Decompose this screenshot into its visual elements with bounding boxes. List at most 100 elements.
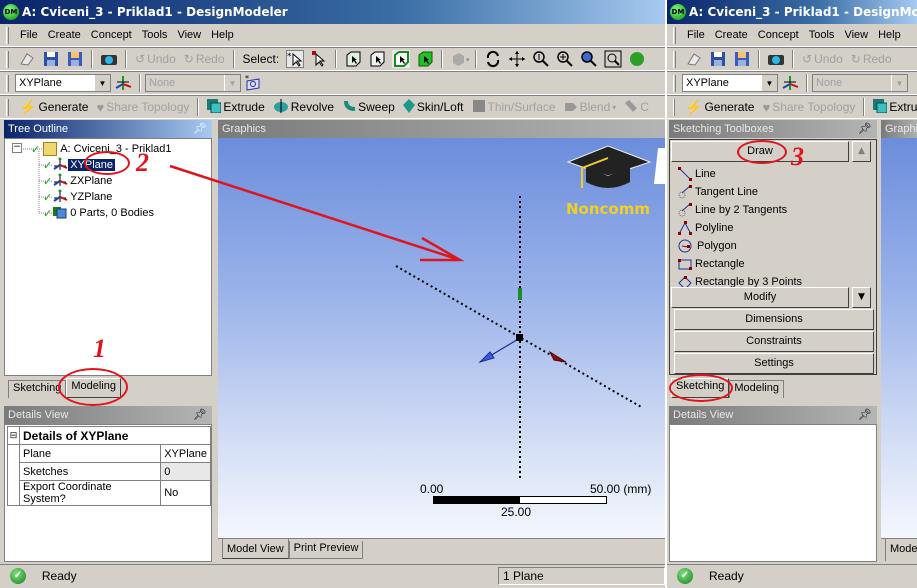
extrude-button[interactable]: Extrud — [869, 98, 917, 116]
select-faces-icon[interactable] — [392, 50, 411, 68]
menu-file[interactable]: File — [682, 29, 710, 41]
rotate-icon[interactable] — [484, 50, 502, 68]
tree-item-parts-bodies[interactable]: ✓ 0 Parts, 0 Bodies — [43, 205, 156, 221]
undo-button[interactable]: ↺ Undo — [798, 52, 847, 66]
menu-view[interactable]: View — [172, 29, 206, 41]
sketch-selector-dropdown[interactable]: None ▼ — [145, 74, 241, 92]
pin-icon[interactable]: 📌︎ — [858, 120, 872, 138]
toolbar-grip[interactable] — [673, 26, 676, 44]
menu-tools[interactable]: Tools — [804, 29, 840, 41]
pin-icon[interactable]: 📌︎ — [193, 120, 207, 138]
settings-toolbox-button[interactable]: Settings — [674, 353, 874, 374]
pan-icon[interactable] — [508, 50, 526, 68]
graphics-panel: Graphic — [881, 120, 917, 138]
menu-file[interactable]: File — [15, 29, 43, 41]
designmodeler-window-sketching: DM A: Cviceni_3 - Priklad1 - DesignModel… — [665, 0, 917, 588]
blend-button[interactable]: Blend ▾ — [560, 100, 621, 115]
revolve-button[interactable]: Revolve — [269, 98, 338, 116]
previous-view-icon[interactable] — [628, 50, 646, 68]
draw-tool-tangent-line[interactable]: Tangent Line — [678, 183, 758, 201]
menu-help[interactable]: Help — [206, 29, 239, 41]
menu-concept[interactable]: Concept — [86, 29, 137, 41]
skin-loft-button[interactable]: Skin/Loft — [399, 98, 468, 116]
selection-mode-cursor-icon[interactable] — [310, 50, 328, 68]
pin-icon[interactable]: 📌︎ — [193, 406, 207, 424]
zoom-window-icon[interactable] — [604, 50, 622, 68]
toolbar-grip[interactable] — [6, 74, 9, 92]
new-selection-cursor-icon[interactable]: * — [286, 50, 305, 68]
undo-button[interactable]: ↺ Undo — [131, 52, 180, 66]
save-as-icon[interactable] — [733, 50, 751, 68]
tab-model-view[interactable]: Model View — [222, 539, 289, 559]
zoom-icon[interactable] — [532, 50, 550, 68]
save-as-icon[interactable] — [66, 50, 84, 68]
annotation-step-2: 2 — [136, 148, 149, 177]
redo-button[interactable]: ↻ Redo — [847, 52, 896, 66]
draw-tool-line-by-2-tangents[interactable]: Line by 2 Tangents — [678, 201, 787, 219]
plane-selector-dropdown[interactable]: XYPlane ▼ — [15, 74, 111, 92]
draw-tool-polyline[interactable]: Polyline — [678, 219, 734, 237]
draw-tool-line[interactable]: Line — [678, 165, 716, 183]
extend-selection-icon[interactable]: ▾ — [450, 50, 470, 68]
draw-tool-polygon[interactable]: Polygon — [678, 237, 737, 255]
screenshot-camera-icon[interactable] — [100, 50, 118, 68]
details-row[interactable]: Export Coordinate System? No — [7, 480, 211, 506]
pin-icon[interactable]: 📌︎ — [858, 406, 872, 424]
toolbar-grip[interactable] — [673, 50, 676, 68]
tab-model-view[interactable]: Model — [885, 539, 917, 561]
graphics-viewport[interactable] — [881, 138, 917, 538]
dimensions-toolbox-button[interactable]: Dimensions — [674, 309, 874, 330]
new-icon[interactable] — [685, 50, 703, 68]
scroll-up-button[interactable]: ▲ — [852, 141, 871, 162]
details-row[interactable]: Plane XYPlane — [7, 444, 211, 463]
select-points-icon[interactable] — [344, 50, 362, 68]
details-table: ⊟ Details of XYPlane Plane XYPlane Sketc… — [7, 426, 211, 506]
select-edges-icon[interactable] — [368, 50, 386, 68]
new-plane-icon[interactable] — [781, 74, 799, 92]
toolbar-grip[interactable] — [673, 98, 675, 116]
toolbar-grip[interactable] — [6, 98, 9, 116]
draw-tool-rectangle-by-3-points[interactable]: Rectangle by 3 Points — [678, 273, 802, 287]
redo-button[interactable]: ↻ Redo — [180, 52, 229, 66]
chamfer-button[interactable]: C — [620, 99, 653, 115]
thin-surface-button[interactable]: Thin/Surface — [468, 99, 560, 116]
generate-button[interactable]: ⚡ Generate — [681, 99, 758, 116]
sketch-selector-dropdown[interactable]: None ▼ — [812, 74, 908, 92]
menu-create[interactable]: Create — [710, 29, 753, 41]
sweep-button[interactable]: Sweep — [338, 99, 399, 116]
box-zoom-icon[interactable] — [556, 50, 574, 68]
zoom-fit-icon[interactable] — [580, 50, 598, 68]
new-plane-icon[interactable] — [114, 74, 132, 92]
revolve-icon — [273, 98, 289, 116]
new-sketch-icon[interactable]: * — [244, 74, 262, 92]
menu-view[interactable]: View — [839, 29, 873, 41]
plane-selector-dropdown[interactable]: XYPlane ▼ — [682, 74, 778, 92]
draw-tool-rectangle[interactable]: Rectangle — [678, 255, 745, 273]
menu-tools[interactable]: Tools — [137, 29, 173, 41]
toolbar-grip[interactable] — [673, 74, 676, 92]
new-icon[interactable] — [18, 50, 36, 68]
chevron-down-icon: ▼ — [224, 75, 240, 91]
select-bodies-icon[interactable] — [416, 50, 434, 68]
undo-icon: ↺ — [135, 52, 146, 66]
save-icon[interactable] — [42, 50, 60, 68]
tab-print-preview[interactable]: Print Preview — [288, 541, 364, 559]
details-row[interactable]: Sketches 0 — [7, 462, 211, 481]
menu-create[interactable]: Create — [43, 29, 86, 41]
generate-button[interactable]: ⚡ Generate — [15, 99, 92, 116]
toolbar-grip[interactable] — [6, 26, 9, 44]
menu-help[interactable]: Help — [873, 29, 906, 41]
share-topology-button[interactable]: ♥ Share Topology — [758, 100, 859, 115]
toolbar-grip[interactable] — [6, 50, 9, 68]
tab-modeling[interactable]: Modeling — [729, 380, 784, 398]
share-topology-button[interactable]: ♥ Share Topology — [92, 100, 193, 115]
extrude-button[interactable]: Extrude — [203, 98, 268, 116]
collapse-toggle-icon[interactable]: ⊟ — [7, 426, 20, 445]
collapse-toggle-icon[interactable]: − — [12, 143, 22, 153]
constraints-toolbox-button[interactable]: Constraints — [674, 331, 874, 352]
screenshot-camera-icon[interactable] — [767, 50, 785, 68]
menu-concept[interactable]: Concept — [753, 29, 804, 41]
scroll-down-button[interactable]: ▼ — [852, 287, 871, 308]
modify-toolbox-button[interactable]: Modify — [671, 287, 849, 308]
save-icon[interactable] — [709, 50, 727, 68]
